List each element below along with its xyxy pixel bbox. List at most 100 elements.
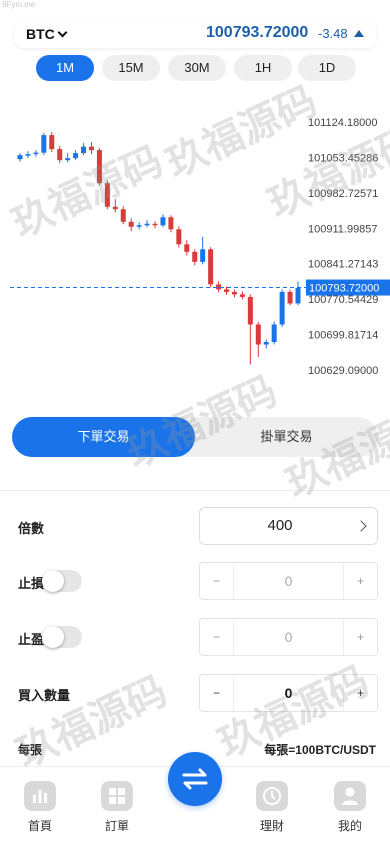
nav-orders[interactable]: 訂單 [97,781,137,834]
candle-body [176,229,182,245]
buy-qty-value[interactable]: 0 [234,675,343,711]
y-tick-label: 101053.45286 [308,152,378,164]
y-tick-label: 100770.54429 [308,294,378,306]
toggle-knob [42,570,64,592]
candle-body [104,183,110,207]
tab-1d[interactable]: 1D [298,55,356,81]
stop-loss-stepper: − 0 + [199,562,378,600]
y-tick-label: 100699.81714 [308,330,378,342]
leverage-label: 倍數 [18,521,45,536]
buy-qty-minus-button[interactable]: − [200,675,234,711]
tab-30m[interactable]: 30M [168,55,226,81]
candle-body [112,206,118,210]
divider [0,490,390,491]
candle-body [279,291,285,325]
take-profit-plus-button[interactable]: + [343,619,377,655]
per-lot-label: 每張 [18,743,43,757]
candlestick-chart[interactable]: 101124.18000 101053.45286 100982.72571 1009… [0,88,390,460]
candle-body [263,341,269,345]
grid-icon [101,781,133,811]
candle-body [216,284,222,290]
candle-body [152,223,158,226]
candle-body [136,225,142,227]
candle-body [247,296,253,325]
tab-1m[interactable]: 1M [36,55,94,81]
candle-body [287,291,293,304]
leverage-value: 400 [267,517,293,534]
leverage-selector[interactable]: 400 [199,507,378,545]
buy-qty-label: 買入數量 [18,688,71,703]
stop-loss-label: 止損 [18,576,45,591]
candle-body [168,217,174,230]
y-tick-label: 100911.99857 [308,223,378,235]
candle-body [65,158,71,161]
candle-body [96,150,102,184]
nav-finance[interactable]: 理財 [252,781,292,834]
y-tick-label: 101124.18000 [308,117,378,129]
candle-body [144,223,150,226]
take-profit-minus-button[interactable]: − [200,619,234,655]
current-price-label: 100793.72000 [309,283,379,295]
candle-body [17,155,23,160]
candle-body [271,324,277,342]
stop-loss-value[interactable]: 0 [234,563,343,599]
stop-loss-plus-button[interactable]: + [343,563,377,599]
y-tick-label: 100629.09000 [308,365,378,377]
nav-home-label: 首頁 [27,819,52,833]
candle-body [88,146,94,151]
candle-body [49,135,55,150]
candle-body [295,287,301,304]
chevron-down-icon [57,27,68,38]
candle-body [41,135,47,153]
y-tick-label: 100841.27143 [308,259,378,271]
buy-qty-stepper: − 0 + [199,674,378,712]
candle-body [192,251,198,262]
symbol-selector[interactable]: BTC [26,26,68,42]
tab-1h[interactable]: 1H [234,55,292,81]
watermark-site: 9Fym.me [2,0,36,9]
nav-orders-label: 訂單 [104,819,129,833]
symbol-label: BTC [26,26,55,42]
tab-market-order[interactable]: 下單交易 [12,417,195,457]
candle-body [208,249,214,285]
last-price: 100793.72000 [206,24,309,41]
take-profit-label: 止盈 [18,632,45,647]
take-profit-value[interactable]: 0 [234,619,343,655]
price-change: -3.48 [318,26,348,41]
candle-body [231,291,237,295]
take-profit-stepper: − 0 + [199,618,378,656]
triangle-up-icon [354,30,364,37]
candle-body [184,244,190,252]
symbol-header: BTC 100793.72000 -3.48 [14,20,376,48]
candle-body [239,294,245,297]
clock-icon [256,781,288,811]
user-icon [334,781,366,811]
swap-button[interactable] [168,752,222,806]
candle-body [73,153,79,159]
candle-body [120,209,126,222]
candle-body [128,221,134,227]
tab-15m[interactable]: 15M [102,55,160,81]
chart-bar-icon [24,781,56,811]
candle-body [25,154,31,156]
tab-limit-order[interactable]: 掛單交易 [195,417,378,457]
per-lot-value: 每張=100BTC/USDT [264,743,376,757]
stop-loss-minus-button[interactable]: − [200,563,234,599]
nav-mine-label: 我的 [337,819,362,833]
candle-body [200,249,206,262]
nav-home[interactable]: 首頁 [20,781,60,834]
buy-qty-plus-button[interactable]: + [343,675,377,711]
stop-loss-toggle[interactable] [42,570,82,592]
y-tick-label: 100982.72571 [308,188,378,200]
candle-body [57,149,63,161]
take-profit-toggle[interactable] [42,626,82,648]
watermark: 玖福源码 [9,667,174,778]
nav-finance-label: 理財 [259,819,284,833]
candle-body [33,152,39,155]
candle-body [255,324,261,345]
toggle-knob [42,626,64,648]
order-type-tabs: 掛單交易 下單交易 [12,417,378,457]
nav-mine[interactable]: 我的 [330,781,370,834]
swap-arrows-icon [182,768,208,790]
candle-body [224,289,230,292]
